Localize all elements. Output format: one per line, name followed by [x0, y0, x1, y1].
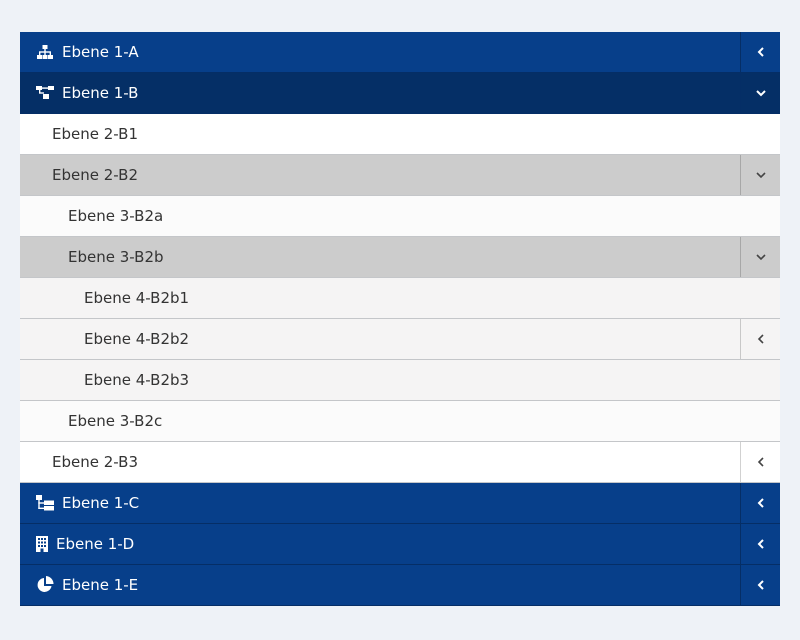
sidebar-menu: Ebene 1-A Ebene 1-B Ebene 2-B1 Ebene 2-B… — [20, 32, 780, 606]
menu-item-label: Ebene 3-B2a — [68, 207, 164, 225]
tree-diagram-icon — [36, 84, 54, 102]
chevron-left-icon[interactable] — [740, 442, 780, 482]
chevron-left-icon[interactable] — [740, 32, 780, 72]
menu-item-label: Ebene 1-B — [62, 84, 139, 102]
menu-item-label: Ebene 1-E — [62, 576, 139, 594]
chevron-left-icon[interactable] — [740, 319, 780, 359]
chevron-down-icon[interactable] — [740, 73, 780, 113]
menu-item-ebene-1-c[interactable]: Ebene 1-C — [20, 483, 780, 524]
menu-item-ebene-2-b2[interactable]: Ebene 2-B2 — [20, 155, 780, 196]
chevron-down-icon[interactable] — [740, 237, 780, 277]
menu-item-label: Ebene 2-B1 — [52, 125, 138, 143]
menu-item-label: Ebene 2-B2 — [52, 166, 138, 184]
menu-item-label: Ebene 3-B2b — [68, 248, 164, 266]
menu-item-ebene-2-b3[interactable]: Ebene 2-B3 — [20, 442, 780, 483]
hierarchy-icon — [36, 494, 54, 512]
sitemap-icon — [36, 43, 54, 61]
menu-item-ebene-4-b2b2[interactable]: Ebene 4-B2b2 — [20, 319, 780, 360]
menu-item-ebene-1-b[interactable]: Ebene 1-B — [20, 73, 780, 114]
menu-item-label: Ebene 1-A — [62, 43, 139, 61]
menu-item-label: Ebene 1-D — [56, 535, 135, 553]
menu-item-label: Ebene 4-B2b1 — [84, 289, 190, 307]
menu-item-ebene-1-a[interactable]: Ebene 1-A — [20, 32, 780, 73]
menu-item-ebene-3-b2c[interactable]: Ebene 3-B2c — [20, 401, 780, 442]
menu-item-ebene-2-b1[interactable]: Ebene 2-B1 — [20, 114, 780, 155]
menu-item-label: Ebene 3-B2c — [68, 412, 163, 430]
menu-item-ebene-4-b2b3[interactable]: Ebene 4-B2b3 — [20, 360, 780, 401]
menu-item-label: Ebene 4-B2b2 — [84, 330, 190, 348]
chevron-left-icon[interactable] — [740, 565, 780, 605]
chevron-left-icon[interactable] — [740, 483, 780, 523]
menu-item-ebene-1-d[interactable]: Ebene 1-D — [20, 524, 780, 565]
chevron-left-icon[interactable] — [740, 524, 780, 564]
menu-item-label: Ebene 4-B2b3 — [84, 371, 190, 389]
menu-item-ebene-3-b2a[interactable]: Ebene 3-B2a — [20, 196, 780, 237]
building-icon — [36, 535, 48, 553]
menu-item-label: Ebene 1-C — [62, 494, 140, 512]
pie-chart-icon — [36, 576, 54, 594]
menu-item-ebene-1-e[interactable]: Ebene 1-E — [20, 565, 780, 606]
chevron-down-icon[interactable] — [740, 155, 780, 195]
menu-item-ebene-3-b2b[interactable]: Ebene 3-B2b — [20, 237, 780, 278]
menu-item-label: Ebene 2-B3 — [52, 453, 138, 471]
menu-item-ebene-4-b2b1[interactable]: Ebene 4-B2b1 — [20, 278, 780, 319]
